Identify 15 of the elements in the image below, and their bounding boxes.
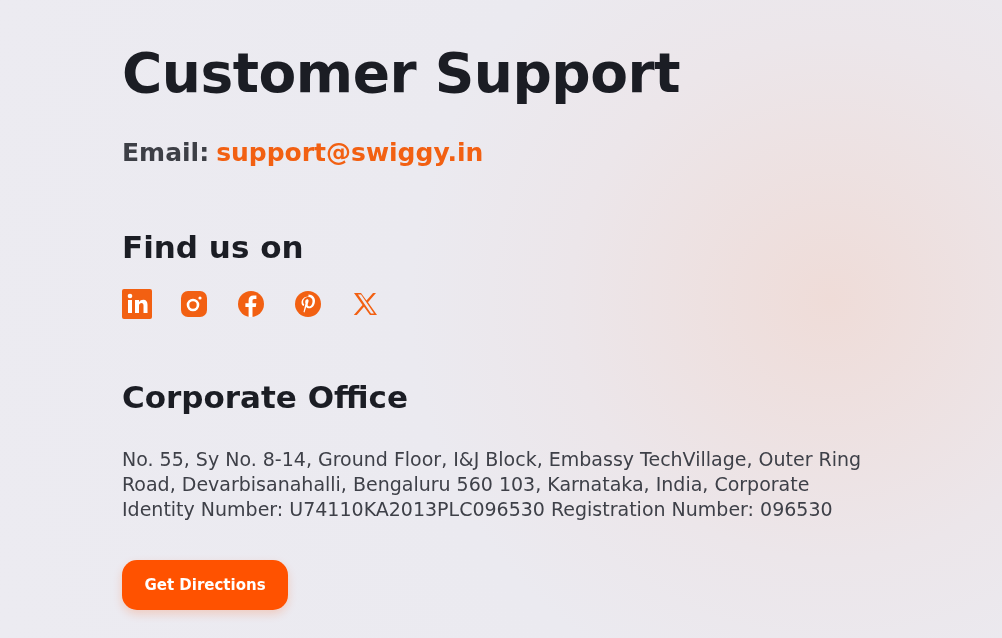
email-link[interactable]: support@swiggy.in	[216, 138, 484, 167]
office-heading: Corporate Office	[122, 378, 408, 417]
social-link[interactable]	[293, 289, 323, 319]
facebook-icon	[236, 289, 266, 319]
instagram-icon	[179, 289, 209, 319]
email-label: Email:	[122, 138, 210, 167]
social-link[interactable]	[179, 289, 209, 319]
social-link[interactable]	[236, 289, 266, 319]
social-link[interactable]	[122, 289, 152, 319]
linkedin-icon	[122, 289, 152, 319]
page-title: Customer Support	[122, 40, 680, 107]
social-heading: Find us on	[122, 228, 304, 267]
get-directions-button[interactable]: Get Directions	[122, 560, 288, 610]
office-address: No. 55, Sy No. 8-14, Ground Floor, I&J Block, Embassy TechVillage, Outer Ring Road, Devarbisanahalli, Bengaluru 560 103, Karnataka, India, Corporate Identity Number: U74110KA2013PLC096530 Registration Number: 096530	[122, 447, 863, 522]
pinterest-icon	[293, 289, 323, 319]
